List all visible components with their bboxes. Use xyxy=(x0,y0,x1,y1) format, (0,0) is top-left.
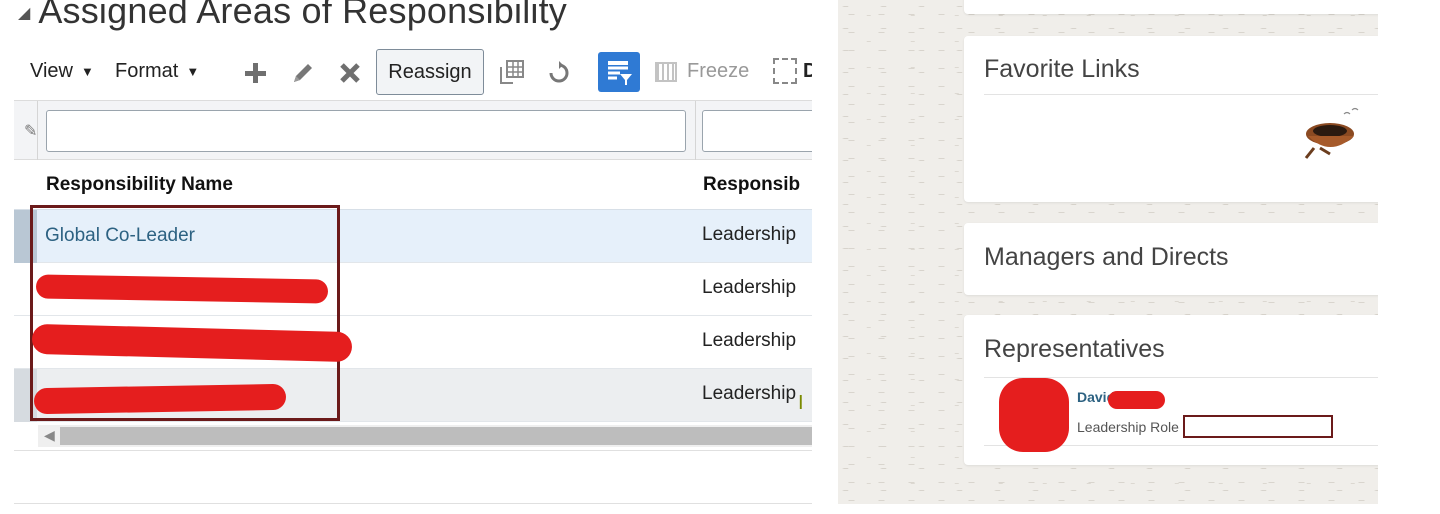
format-menu-label: Format xyxy=(115,60,179,82)
table-bottom-divider xyxy=(14,450,812,451)
card-divider xyxy=(984,94,1378,95)
sidebar-panel: Favorite Links Managers and Directs Repr… xyxy=(838,0,1378,504)
avatar xyxy=(999,378,1069,452)
freeze-label: Freeze xyxy=(687,60,750,82)
responsibility-panel: ◢ Assigned Areas of Responsibility View … xyxy=(0,0,812,514)
view-menu[interactable]: View ▼ xyxy=(30,60,94,83)
query-by-example-button[interactable] xyxy=(598,52,640,92)
section-bottom-divider xyxy=(14,503,812,504)
annotation-highlight-box xyxy=(1183,415,1333,438)
filter-icon xyxy=(608,61,632,85)
scroll-left-arrow-icon[interactable]: ◀ xyxy=(44,427,55,444)
column-divider xyxy=(37,101,38,161)
freeze-icon xyxy=(655,61,677,82)
filter-row: ✎ xyxy=(14,100,812,161)
column-chooser-icon[interactable] xyxy=(497,58,527,88)
representative-role: Leadership Role xyxy=(1077,419,1179,435)
column-header-responsibility-type[interactable]: Responsib xyxy=(703,174,800,196)
text-cursor-icon: I xyxy=(798,392,804,414)
table-toolbar: View ▼ Format ▼ Reassign Freeze D xyxy=(0,48,812,98)
edit-pencil-icon[interactable] xyxy=(288,58,318,88)
responsibility-type-cell: Leadership xyxy=(702,277,797,298)
freeze-button[interactable]: Freeze xyxy=(655,60,749,83)
responsibility-type-cell: Leadership xyxy=(702,383,797,404)
refresh-icon[interactable] xyxy=(544,58,574,88)
managers-title[interactable]: Managers and Directs xyxy=(984,243,1229,272)
section-header[interactable]: ◢ Assigned Areas of Responsibility xyxy=(18,0,567,32)
scrollbar-thumb[interactable] xyxy=(60,427,812,445)
chevron-down-icon: ▼ xyxy=(81,64,94,79)
favorite-links-title: Favorite Links xyxy=(984,55,1140,83)
chevron-down-icon: ▼ xyxy=(186,64,200,79)
delete-x-icon[interactable] xyxy=(335,58,365,88)
favorite-links-card: Favorite Links xyxy=(964,36,1378,202)
managers-card: Managers and Directs xyxy=(964,223,1378,295)
reassign-button[interactable]: Reassign xyxy=(376,49,484,95)
responsibility-type-cell: Leadership xyxy=(702,330,797,351)
horizontal-scrollbar[interactable]: ◀ xyxy=(38,425,812,447)
filter-pencil-icon: ✎ xyxy=(24,123,38,140)
format-menu[interactable]: Format ▼ xyxy=(115,60,199,83)
detach-label[interactable]: D xyxy=(803,60,812,83)
column-header-responsibility-name[interactable]: Responsibility Name xyxy=(46,174,233,196)
add-icon[interactable] xyxy=(240,58,270,88)
detach-icon[interactable] xyxy=(773,58,797,84)
responsibility-type-cell: Leadership xyxy=(702,224,797,245)
section-title: Assigned Areas of Responsibility xyxy=(38,0,567,31)
redaction-mark xyxy=(1108,391,1165,409)
view-menu-label: View xyxy=(30,60,73,82)
responsibility-name-filter-input[interactable] xyxy=(46,110,686,152)
representatives-title: Representatives xyxy=(984,335,1165,363)
column-divider xyxy=(695,101,696,161)
top-card xyxy=(964,0,1378,14)
responsibility-type-filter-input[interactable] xyxy=(702,110,812,152)
table-header-row: Responsibility Name Responsib xyxy=(14,160,812,210)
redaction-mark xyxy=(35,274,329,304)
redaction-mark xyxy=(33,383,287,415)
empty-nest-icon xyxy=(1304,107,1359,159)
collapse-triangle-icon[interactable]: ◢ xyxy=(18,3,30,23)
screen: ◢ Assigned Areas of Responsibility View … xyxy=(0,0,1440,514)
